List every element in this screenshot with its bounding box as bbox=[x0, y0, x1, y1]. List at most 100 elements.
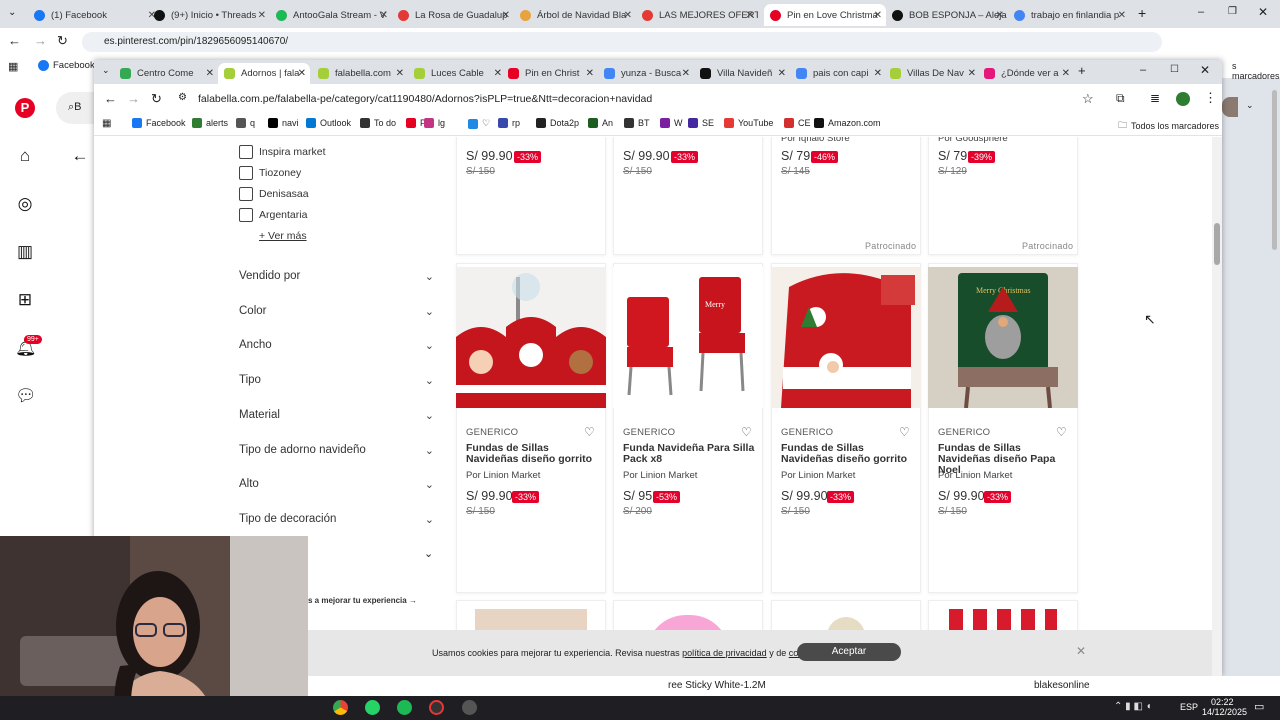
pinterest-search-stub[interactable]: ⌕B bbox=[56, 92, 96, 124]
bookmark-item[interactable]: P bbox=[406, 118, 426, 128]
bookmark-item[interactable]: To do bbox=[360, 118, 396, 128]
boards-icon[interactable]: ▥ bbox=[15, 242, 35, 262]
menu-icon[interactable]: ⋮ bbox=[1204, 90, 1217, 106]
account-chevron-icon[interactable]: ⌄ bbox=[1246, 100, 1254, 111]
clock-date[interactable]: 14/12/2025 bbox=[1202, 707, 1247, 717]
bookmark-item[interactable]: YouTube bbox=[724, 118, 773, 128]
inner-tab[interactable]: falabella.com ✕ bbox=[312, 63, 408, 84]
inner-minimize-icon[interactable]: – bbox=[1140, 64, 1146, 76]
inner-apps-icon[interactable]: ▦ bbox=[102, 118, 111, 129]
bookmark-item[interactable]: rp bbox=[498, 118, 520, 128]
notification-center-icon[interactable]: ▭ bbox=[1254, 700, 1264, 713]
bookmark-item[interactable]: Amazon.com bbox=[814, 118, 881, 128]
tray-icons[interactable]: ⌃ ▮ ◧ ◖ bbox=[1114, 701, 1152, 712]
filter-facet[interactable]: Tipo ⌄ bbox=[239, 374, 434, 387]
outer-tab[interactable]: La Rosa de Guadalup ✕ bbox=[392, 4, 514, 26]
bookmark-item[interactable]: q bbox=[236, 118, 255, 128]
last-facet-chevron-icon[interactable]: ⌄ bbox=[424, 547, 433, 560]
inner-tab[interactable]: Luces Cable ✕ bbox=[408, 63, 506, 84]
tab-close-icon[interactable]: ✕ bbox=[968, 68, 976, 79]
tab-list-icon[interactable]: ⌄ bbox=[102, 65, 110, 76]
pinterest-logo-icon[interactable]: P bbox=[15, 98, 35, 118]
reload-icon[interactable]: ↻ bbox=[57, 33, 68, 49]
inner-address-bar[interactable]: falabella.com.pe/falabella-pe/category/c… bbox=[172, 89, 1102, 109]
bookmark-item[interactable]: BT bbox=[624, 118, 650, 128]
bookmark-item[interactable]: Outlook bbox=[306, 118, 351, 128]
inner-reload-icon[interactable]: ↻ bbox=[151, 91, 162, 107]
tab-close-icon[interactable]: ✕ bbox=[624, 10, 632, 21]
tab-close-icon[interactable]: ✕ bbox=[380, 10, 388, 21]
bookmark-item[interactable]: Dota2p bbox=[536, 118, 579, 128]
bookmark-item[interactable]: CE bbox=[784, 118, 811, 128]
inner-tab[interactable]: pais con capi ✕ bbox=[790, 63, 886, 84]
outer-tab[interactable]: Pin en Love Christma ✕ bbox=[764, 4, 886, 26]
new-tab-icon[interactable]: + bbox=[1138, 5, 1146, 21]
pinterest-avatar[interactable] bbox=[1222, 97, 1238, 117]
bookmark-item[interactable]: ♡ bbox=[468, 118, 490, 129]
see-more-link[interactable]: + Ver más bbox=[259, 230, 307, 242]
profile-avatar[interactable] bbox=[1176, 92, 1190, 106]
inner-maximize-icon[interactable]: ☐ bbox=[1170, 64, 1179, 75]
bookmark-item[interactable]: W bbox=[660, 118, 683, 128]
all-bookmarks[interactable]: 🗀︎ Todos los marcadores bbox=[1118, 118, 1219, 134]
outer-tab[interactable]: trabajo en finlandia p ✕ bbox=[1008, 4, 1130, 26]
pin-back-icon[interactable]: ← bbox=[70, 146, 90, 166]
inner-tab[interactable]: Centro Come ✕ bbox=[114, 63, 218, 84]
taskbar-spotify-icon[interactable] bbox=[397, 700, 412, 715]
inner-tab[interactable]: Adornos | fala ✕ bbox=[218, 63, 310, 84]
tab-close-icon[interactable]: ✕ bbox=[874, 10, 882, 21]
accept-cookies-button[interactable]: Aceptar bbox=[797, 643, 901, 661]
inner-forward-icon[interactable]: → bbox=[127, 91, 140, 106]
home-icon[interactable]: ⌂ bbox=[15, 146, 35, 166]
tab-close-icon[interactable]: ✕ bbox=[1062, 68, 1070, 79]
tab-close-icon[interactable]: ✕ bbox=[586, 68, 594, 79]
product-name[interactable]: Fundas de Sillas Navideñas diseño gorrit… bbox=[466, 443, 602, 465]
inner-back-icon[interactable]: ← bbox=[104, 91, 117, 106]
wishlist-heart-icon[interactable]: ♡ bbox=[741, 425, 752, 439]
restore-icon[interactable]: ❐ bbox=[1228, 6, 1237, 17]
outer-tab[interactable]: LAS MEJORES OFERTA ✕ bbox=[636, 4, 758, 26]
tab-close-icon[interactable]: ✕ bbox=[502, 10, 510, 21]
media-icon[interactable]: ≣ bbox=[1150, 91, 1160, 105]
filter-facet[interactable]: Tipo de decoración ⌄ bbox=[239, 513, 434, 526]
tab-close-icon[interactable]: ✕ bbox=[1118, 10, 1126, 21]
tab-close-icon[interactable]: ✕ bbox=[996, 10, 1004, 21]
tab-close-icon[interactable]: ✕ bbox=[746, 10, 754, 21]
tab-close-icon[interactable]: ✕ bbox=[682, 68, 690, 79]
wishlist-heart-icon[interactable]: ♡ bbox=[584, 425, 595, 439]
page-scrollbar[interactable] bbox=[1212, 137, 1222, 676]
product-name[interactable]: Fundas de Sillas Navideñas diseño gorrit… bbox=[781, 443, 917, 465]
outer-tab[interactable]: BOB ESPONJA – Aleja ✕ bbox=[886, 4, 1008, 26]
wishlist-heart-icon[interactable]: ♡ bbox=[1056, 425, 1067, 439]
bookmark-item[interactable]: lg bbox=[424, 118, 445, 128]
tab-close-icon[interactable]: ✕ bbox=[494, 68, 502, 79]
inner-close-icon[interactable]: ✕ bbox=[1200, 63, 1210, 77]
inner-new-tab-icon[interactable]: + bbox=[1078, 63, 1086, 78]
brand-checkbox[interactable] bbox=[239, 208, 253, 222]
minimize-icon[interactable]: – bbox=[1198, 6, 1204, 18]
outer-tab[interactable]: AntooGala Stream - V ✕ bbox=[270, 4, 392, 26]
filter-facet[interactable]: Color ⌄ bbox=[239, 305, 434, 318]
privacy-policy-link[interactable]: política de privacidad bbox=[682, 648, 767, 658]
extensions-icon[interactable]: ⧉ bbox=[1116, 91, 1125, 106]
inner-tab[interactable]: yunza - Busca ✕ bbox=[598, 63, 694, 84]
bookmark-item[interactable]: An bbox=[588, 118, 613, 128]
scrollbar-thumb[interactable] bbox=[1214, 223, 1220, 265]
taskbar-chrome-icon[interactable] bbox=[333, 700, 348, 715]
tab-close-icon[interactable]: ✕ bbox=[206, 68, 214, 79]
inner-tab[interactable]: Pin en Christ ✕ bbox=[502, 63, 598, 84]
outer-all-bookmarks[interactable]: s marcadores bbox=[1232, 61, 1280, 81]
product-image[interactable]: Merry Christmas bbox=[928, 267, 1078, 408]
inner-tab[interactable]: ¿Dónde ver a ✕ bbox=[978, 63, 1074, 84]
forward-icon[interactable]: → bbox=[34, 33, 47, 48]
tab-close-icon[interactable]: ✕ bbox=[396, 68, 404, 79]
product-image[interactable] bbox=[456, 267, 606, 408]
brand-checkbox[interactable] bbox=[239, 166, 253, 180]
tab-close-icon[interactable]: ✕ bbox=[778, 68, 786, 79]
outer-tab[interactable]: (1) Facebook ✕ bbox=[28, 4, 160, 26]
clock-time[interactable]: 02:22 bbox=[1211, 697, 1234, 707]
inner-tab[interactable]: Villas De Nav ✕ bbox=[884, 63, 980, 84]
product-image[interactable]: Merry bbox=[613, 267, 763, 408]
product-image[interactable] bbox=[771, 267, 921, 408]
brand-checkbox[interactable] bbox=[239, 145, 253, 159]
